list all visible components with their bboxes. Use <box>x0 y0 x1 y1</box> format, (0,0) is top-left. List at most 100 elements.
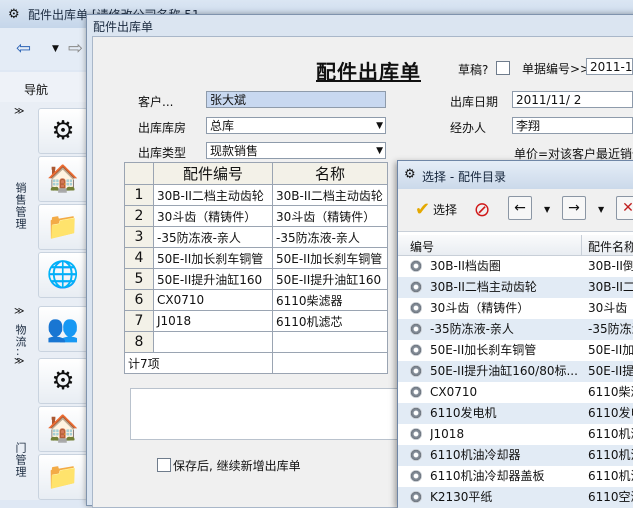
cancel-icon[interactable]: ⊘ <box>470 196 494 222</box>
close-icon[interactable]: ✕ <box>616 196 633 220</box>
list-item[interactable]: -35防冻液-亲人 -35防冻液 <box>398 319 633 340</box>
list-item[interactable]: 30B-II档齿圈 30B-II倒 <box>398 256 633 277</box>
previous-button[interactable]: ← <box>508 196 532 220</box>
cell-code[interactable]: -35防冻液-亲人 <box>153 226 273 248</box>
cell-name[interactable]: 6110柴滤器 <box>272 289 388 311</box>
list-item[interactable]: 6110机油冷却器 6110机油 <box>398 445 633 466</box>
home-icon[interactable]: 🏠 <box>38 156 88 202</box>
back-folder-icon[interactable]: 📁 <box>38 204 88 250</box>
cell-name[interactable]: 6110机滤芯 <box>272 310 388 332</box>
part-icon <box>410 344 422 356</box>
list-item[interactable]: 30斗齿（精铸件） 30斗齿（ <box>398 298 633 319</box>
cell-name[interactable] <box>272 331 388 353</box>
section-label: 销售管理 <box>14 182 27 230</box>
app-icon: ⚙ <box>404 167 416 182</box>
handler-field[interactable]: 李翔 <box>512 117 633 134</box>
warehouse-select[interactable]: 总库 ▼ <box>206 117 386 134</box>
people-icon[interactable]: 👥 <box>38 306 88 352</box>
cell-name[interactable]: -35防冻液-亲人 <box>272 226 388 248</box>
folder-icon[interactable]: 📁 <box>38 454 88 500</box>
cell-code[interactable]: 30斗齿（精铸件） <box>153 205 273 227</box>
cell-code[interactable]: 30B-II二档主动齿轮 <box>153 184 273 206</box>
part-icon <box>410 260 422 272</box>
app-icon: ⚙ <box>8 7 20 22</box>
cell-code[interactable]: J1018 <box>153 310 273 332</box>
list-item[interactable]: 6110机油冷却器盖板 6110机油 <box>398 466 633 487</box>
customer-field[interactable]: 张大斌 <box>206 91 386 108</box>
column-header-name[interactable]: 配件名称 <box>588 238 633 255</box>
list-item[interactable]: J1018 6110机滤 <box>398 424 633 445</box>
part-icon <box>410 449 422 461</box>
collapse-icon[interactable]: ≫ <box>14 106 24 117</box>
row-number: 7 <box>124 310 154 332</box>
column-header-name[interactable]: 名称 <box>272 162 388 185</box>
tab-navigation[interactable]: 导航 <box>24 81 48 98</box>
memo-area[interactable] <box>130 388 404 440</box>
page-title: 配件出库单 <box>316 60 421 84</box>
table-row[interactable]: 8 <box>124 331 388 353</box>
draft-checkbox[interactable] <box>496 61 510 75</box>
handler-label: 经办人 <box>450 121 487 135</box>
item-name: -35防冻液 <box>588 322 633 336</box>
list-item[interactable]: 6110发电机 6110发电 <box>398 403 633 424</box>
table-row[interactable]: 7 J1018 6110机滤芯 <box>124 310 388 332</box>
cell-name[interactable]: 30斗齿（精铸件） <box>272 205 388 227</box>
item-code: 30B-II二档主动齿轮 <box>430 280 537 294</box>
item-name: 30斗齿（ <box>588 301 633 315</box>
row-number: 3 <box>124 226 154 248</box>
cell-name[interactable]: 30B-II二档主动齿轮 <box>272 184 388 206</box>
select-button[interactable]: ✔ 选择 <box>408 196 464 222</box>
collapse-icon[interactable]: ≫ <box>14 306 24 317</box>
selector-toolbar: ✔ 选择 ⊘ ← ▼ → ▼ ✕ <box>398 189 633 232</box>
gear-icon[interactable]: ⚙ <box>38 358 88 404</box>
cell-name[interactable]: 50E-II提升油缸160 <box>272 268 388 290</box>
table-row[interactable]: 2 30斗齿（精铸件） 30斗齿（精铸件） <box>124 205 388 227</box>
list-item[interactable]: 50E-II加长刹车铜管 50E-II加 <box>398 340 633 361</box>
date-field[interactable]: 2011/11/ 2 <box>512 91 633 108</box>
navigation-panel: ≫ 销售管理 ⚙ 🏠 📁 🌐 ≫ 物流... 👥 ≫ ⚙ 🏠 📁 门管理 <box>0 102 90 500</box>
item-name: 6110机油 <box>588 469 633 483</box>
section-label: 门管理 <box>14 442 27 478</box>
list-item[interactable]: CX0710 6110柴滤 <box>398 382 633 403</box>
back-arrow-icon[interactable]: ⇦ <box>16 38 31 59</box>
cell-name[interactable]: 50E-II加长刹车铜管 <box>272 247 388 269</box>
column-header-code[interactable]: 配件编号 <box>153 162 273 185</box>
settings-gear-icon[interactable]: ⚙ <box>38 108 88 154</box>
grid-footer: 计7项 <box>124 352 273 374</box>
type-select[interactable]: 现款销售 ▼ <box>206 142 386 159</box>
table-row[interactable]: 3 -35防冻液-亲人 -35防冻液-亲人 <box>124 226 388 248</box>
continue-checkbox[interactable] <box>157 458 171 472</box>
cell-code[interactable]: 50E-II提升油缸160 <box>153 268 273 290</box>
type-value: 现款销售 <box>210 144 259 158</box>
list-item[interactable]: 30B-II二档主动齿轮 30B-II二 <box>398 277 633 298</box>
home-icon[interactable]: 🏠 <box>38 406 88 452</box>
item-code: J1018 <box>430 427 465 441</box>
table-row[interactable]: 5 50E-II提升油缸160 50E-II提升油缸160 <box>124 268 388 290</box>
cell-code[interactable]: CX0710 <box>153 289 273 311</box>
list-item[interactable]: 50E-II提升油缸160/80标... 50E-II提 <box>398 361 633 382</box>
customer-label[interactable]: 客户... <box>138 93 173 110</box>
selector-header: 编号 配件名称 <box>398 235 633 256</box>
column-divider[interactable] <box>581 235 582 255</box>
item-code: 50E-II加长刹车铜管 <box>430 343 537 357</box>
column-header-code[interactable]: 编号 <box>410 238 434 255</box>
forward-arrow-icon[interactable]: ⇨ <box>68 38 83 59</box>
chevron-down-icon[interactable]: ▼ <box>52 44 59 54</box>
cell-code[interactable] <box>153 331 273 353</box>
cell-code[interactable]: 50E-II加长刹车铜管 <box>153 247 273 269</box>
table-row[interactable]: 6 CX0710 6110柴滤器 <box>124 289 388 311</box>
table-row[interactable]: 4 50E-II加长刹车铜管 50E-II加长刹车铜管 <box>124 247 388 269</box>
chevron-down-icon[interactable]: ▼ <box>544 196 550 222</box>
forward-globe-icon[interactable]: 🌐 <box>38 252 88 298</box>
next-button[interactable]: → <box>562 196 586 220</box>
table-row[interactable]: 1 30B-II二档主动齿轮 30B-II二档主动齿轮 <box>124 184 388 206</box>
item-code: 6110机油冷却器盖板 <box>430 469 545 483</box>
back-toolbar: ⇦ ▼ ⇨ <box>0 28 90 70</box>
chevron-down-icon[interactable]: ▼ <box>598 196 604 222</box>
items-grid[interactable]: 配件编号 名称 1 30B-II二档主动齿轮 30B-II二档主动齿轮 2 30斗齿（精… <box>124 162 388 374</box>
part-icon <box>410 470 422 482</box>
list-item[interactable]: K2130平纸 6110空滤 <box>398 487 633 508</box>
part-icon <box>410 323 422 335</box>
collapse-icon[interactable]: ≫ <box>14 356 24 367</box>
docno-field[interactable]: 2011-11- <box>586 58 633 75</box>
